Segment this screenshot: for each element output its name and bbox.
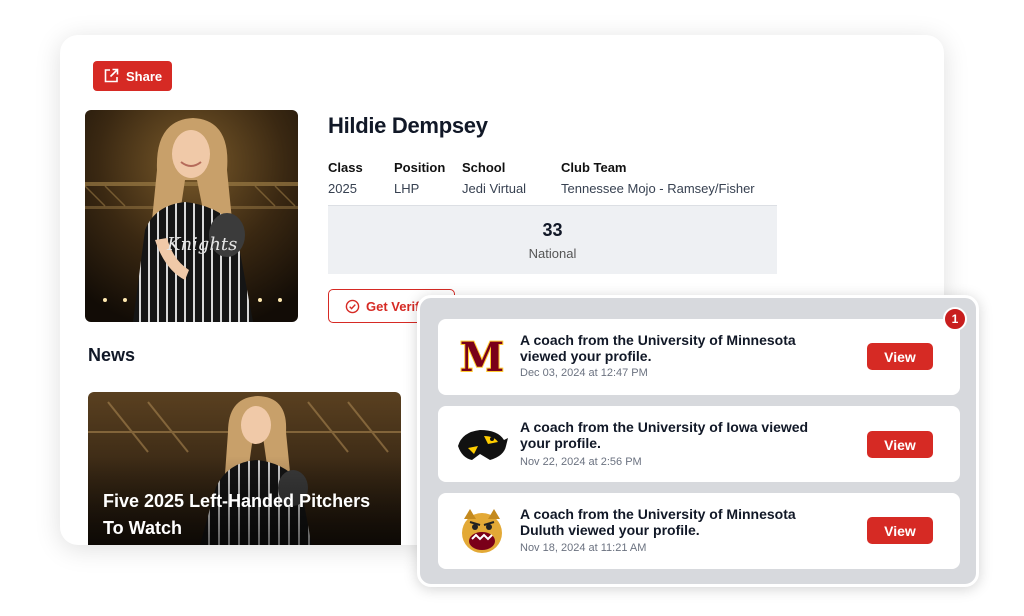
notification-timestamp: Nov 18, 2024 at 11:21 AM <box>520 542 647 554</box>
notification-message: A coach from the University of Iowa view… <box>520 419 809 451</box>
notification-message: A coach from the University of Minnesota… <box>520 332 796 364</box>
rank-label: National <box>528 246 577 261</box>
school-field: School Jedi Virtual <box>462 160 526 196</box>
class-field: Class 2025 <box>328 160 363 196</box>
club-team-value: Tennessee Mojo - Ramsey/Fisher <box>561 181 755 196</box>
notification-message: A coach from the University of Minnesota… <box>520 506 796 538</box>
school-label: School <box>462 160 506 175</box>
view-button[interactable]: View <box>867 517 933 544</box>
check-circle-icon <box>345 299 360 313</box>
notification-item: A coach from the University of Iowa view… <box>438 406 960 482</box>
position-label: Position <box>394 160 446 175</box>
class-value: 2025 <box>328 181 357 196</box>
news-heading: News <box>88 345 136 365</box>
notification-item: M A coach from the University of Minneso… <box>438 319 960 395</box>
rank-value: 33 <box>542 220 563 240</box>
notification-timestamp: Nov 22, 2024 at 2:56 PM <box>520 456 642 468</box>
class-label: Class <box>328 160 363 175</box>
minnesota-m-logo-icon: M <box>452 333 512 381</box>
news-card[interactable]: Five 2025 Left-Handed Pitchers To Watch <box>88 392 401 545</box>
notification-item: A coach from the University of Minnesota… <box>438 493 960 569</box>
view-button[interactable]: View <box>867 343 933 370</box>
share-button[interactable]: Share <box>93 61 173 91</box>
news-title: Five 2025 Left-Handed Pitchers To Watch <box>103 491 371 538</box>
bulldog-logo-icon <box>452 507 512 555</box>
club-team-field: Club Team Tennessee Mojo - Ramsey/Fisher <box>561 160 755 196</box>
position-value: LHP <box>394 181 420 196</box>
share-icon <box>104 68 119 83</box>
player-photo: Knights <box>85 110 298 322</box>
iowa-hawkeye-logo-icon <box>452 420 512 468</box>
player-name: Hildie Dempsey <box>328 113 488 138</box>
notification-timestamp: Dec 03, 2024 at 12:47 PM <box>520 367 648 379</box>
jersey-text: Knights <box>166 234 237 255</box>
position-field: Position LHP <box>394 160 445 196</box>
national-rank-box: 33 National <box>328 205 777 274</box>
share-label: Share <box>126 68 163 84</box>
svg-text:M: M <box>460 337 504 377</box>
club-team-label: Club Team <box>561 160 627 175</box>
school-value: Jedi Virtual <box>462 181 527 196</box>
view-button[interactable]: View <box>867 431 933 458</box>
notification-count-badge: 1 <box>943 307 967 331</box>
